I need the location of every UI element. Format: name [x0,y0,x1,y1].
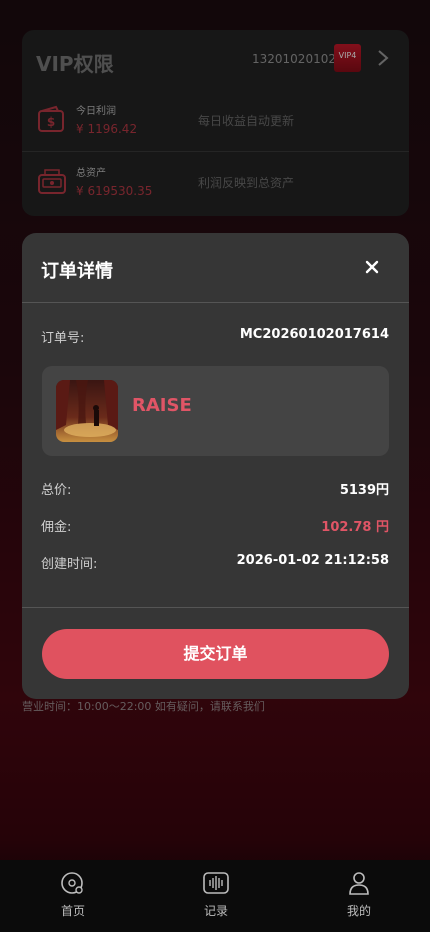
commission-value: 102.78 円 [321,520,389,535]
home-icon [61,872,83,894]
modal-divider-bottom [22,607,409,608]
modal-divider-top [22,302,409,303]
created-time-label: 创建时间: [41,557,98,572]
nav-item-record[interactable]: 记录 [176,870,256,919]
nav-label-record: 记录 [203,904,228,918]
total-price-value: 5139円 [339,483,389,498]
nav-label-profile: 我的 [346,904,371,918]
bottom-nav: 首页 记录 我的 [0,860,430,932]
nav-item-profile[interactable]: 我的 [319,870,399,919]
created-time-value: 2026-01-02 21:12:58 [236,553,389,568]
product-name: RAISE [132,395,192,416]
submit-order-button[interactable]: 提交订单 [42,629,389,679]
order-number-label: 订单号: [41,331,85,346]
commission-label: 佣金: [41,520,72,535]
product-card: RAISE [42,366,389,456]
order-detail-modal: 订单详情 订单号: MC20260102017614 RAISE 总价: 513… [22,233,409,699]
order-number-value: MC20260102017614 [239,327,389,342]
nav-item-home[interactable]: 首页 [33,870,113,919]
modal-title: 订单详情 [41,261,113,282]
profile-icon [349,872,369,895]
product-image [56,380,118,442]
total-price-label: 总价: [41,483,72,498]
nav-label-home: 首页 [60,904,85,918]
close-icon[interactable] [364,259,380,275]
record-icon [203,872,229,894]
